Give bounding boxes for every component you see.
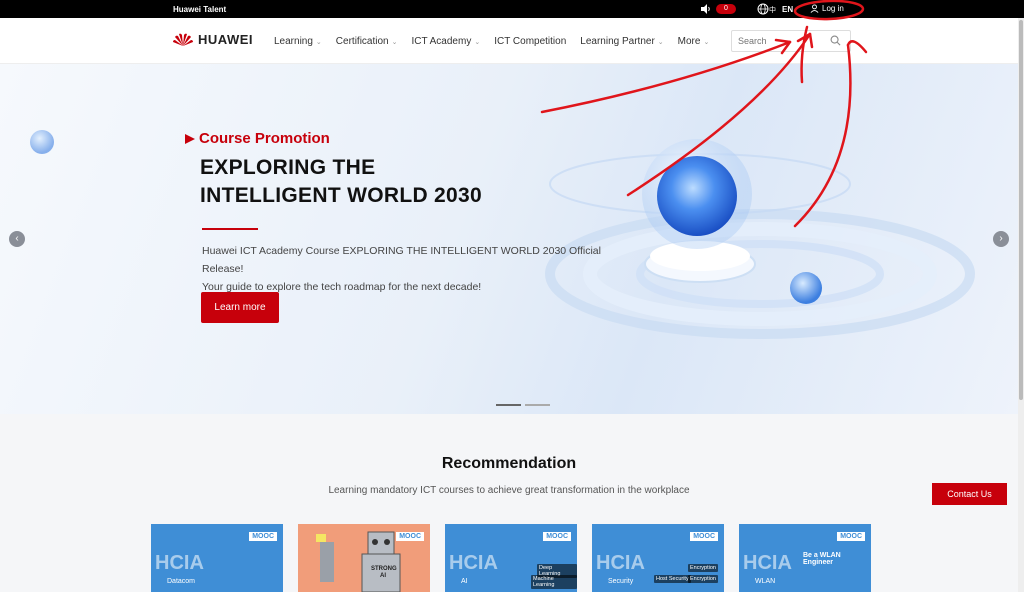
nav-menu: Learning ⌄ Certification ⌄ ICT Academy ⌄ IC… bbox=[274, 36, 723, 47]
card-title: HCIA bbox=[449, 552, 498, 574]
page-scrollbar[interactable] bbox=[1018, 18, 1024, 592]
huawei-flower-icon bbox=[173, 33, 193, 46]
contact-us-button[interactable]: Contact Us bbox=[932, 483, 1007, 505]
huawei-logo[interactable]: HUAWEI bbox=[173, 32, 253, 47]
card-headline: Be a WLAN Engineer bbox=[803, 552, 841, 566]
nav-label: ICT Academy bbox=[411, 36, 472, 47]
chevron-down-icon: ⌄ bbox=[391, 38, 398, 46]
carousel-dots bbox=[496, 404, 550, 406]
mooc-badge: MOOC bbox=[543, 532, 571, 541]
card-tag: Encryption bbox=[688, 575, 718, 583]
course-card-list: MOOC HCIA Datacom MOOC STRONG AI MOOC HC… bbox=[151, 524, 871, 592]
carousel-next-button[interactable]: › bbox=[993, 231, 1009, 247]
card-tag: Encryption bbox=[688, 564, 718, 572]
nav-item-ict-competition[interactable]: ICT Competition bbox=[494, 36, 566, 47]
hero-banner: Course Promotion EXPLORING THE INTELLIGE… bbox=[0, 64, 1018, 414]
card-title: HCIA bbox=[596, 552, 645, 574]
title-divider bbox=[202, 228, 258, 230]
course-promotion-tag: Course Promotion bbox=[185, 130, 330, 147]
card-subtitle: WLAN bbox=[755, 578, 776, 585]
sound-icon[interactable] bbox=[700, 3, 712, 15]
card-tag: Host Security bbox=[654, 575, 691, 583]
hero-description: Huawei ICT Academy Course EXPLORING THE … bbox=[202, 242, 642, 296]
user-icon bbox=[810, 4, 819, 13]
nav-label: More bbox=[677, 36, 701, 47]
nav-item-learning-partner[interactable]: Learning Partner ⌄ bbox=[580, 36, 663, 47]
language-glyph-icon: 中 bbox=[769, 7, 776, 14]
main-nav: HUAWEI Learning ⌄ Certification ⌄ ICT Acad… bbox=[0, 18, 1018, 64]
search-icon[interactable] bbox=[830, 35, 841, 46]
mooc-badge: MOOC bbox=[690, 532, 718, 541]
hero-title-line2: INTELLIGENT WORLD 2030 bbox=[200, 184, 482, 207]
scrollbar-thumb[interactable] bbox=[1019, 20, 1023, 400]
nav-item-certification[interactable]: Certification ⌄ bbox=[336, 36, 398, 47]
mooc-badge: MOOC bbox=[396, 532, 424, 541]
site-brand[interactable]: Huawei Talent bbox=[173, 5, 226, 14]
hero-orb-illustration bbox=[30, 130, 975, 339]
card-tag: Machine Learning bbox=[531, 575, 577, 589]
course-card-strong-ai[interactable]: MOOC STRONG AI bbox=[298, 524, 430, 592]
card-title: HCIA bbox=[743, 552, 792, 574]
nav-item-ict-academy[interactable]: ICT Academy ⌄ bbox=[411, 36, 480, 47]
card-subtitle: Datacom bbox=[167, 578, 196, 585]
course-card-wlan[interactable]: MOOC HCIA WLAN Be a WLAN Engineer bbox=[739, 524, 871, 592]
chevron-down-icon: ⌄ bbox=[315, 38, 322, 46]
hero-title: EXPLORING THE INTELLIGENT WORLD 2030 bbox=[200, 154, 482, 210]
card-subtitle: Security bbox=[608, 578, 634, 585]
recommendation-subtitle: Learning mandatory ICT courses to achiev… bbox=[328, 485, 690, 496]
login-label: Log in bbox=[822, 4, 844, 13]
nav-label: Certification bbox=[335, 36, 389, 47]
recommendation-title: Recommendation bbox=[441, 455, 577, 472]
card-subtitle: AI bbox=[461, 578, 468, 585]
learn-more-button[interactable]: Learn more bbox=[201, 292, 279, 323]
top-bar: Huawei Talent 0 中 EN Log in bbox=[0, 0, 1024, 18]
mooc-badge: MOOC bbox=[837, 532, 865, 541]
hero-title-line1: EXPLORING THE bbox=[200, 156, 376, 179]
promo-label: Course Promotion bbox=[199, 130, 330, 147]
nav-item-more[interactable]: More ⌄ bbox=[678, 36, 710, 47]
globe-icon[interactable] bbox=[757, 3, 769, 15]
carousel-dot[interactable] bbox=[496, 404, 521, 406]
language-switch[interactable]: EN bbox=[782, 5, 793, 14]
hero-desc-line1: Huawei ICT Academy Course EXPLORING THE … bbox=[202, 245, 601, 275]
mooc-badge: MOOC bbox=[249, 532, 277, 541]
course-card-security[interactable]: MOOC HCIA Security Encryption Host Secur… bbox=[592, 524, 724, 592]
chevron-down-icon: ⌄ bbox=[703, 38, 710, 46]
login-link[interactable]: Log in bbox=[810, 4, 844, 13]
chevron-down-icon: ⌄ bbox=[657, 38, 664, 46]
course-card-ai[interactable]: MOOC HCIA AI Deep Learning Machine Learn… bbox=[445, 524, 577, 592]
play-arrow-icon bbox=[185, 133, 195, 144]
carousel-prev-button[interactable]: ‹ bbox=[9, 231, 25, 247]
nav-label: Learning bbox=[274, 36, 313, 47]
nav-item-learning[interactable]: Learning ⌄ bbox=[274, 36, 322, 47]
nav-label: Learning Partner bbox=[580, 36, 655, 47]
logo-text: HUAWEI bbox=[198, 32, 253, 47]
course-card-datacom[interactable]: MOOC HCIA Datacom bbox=[151, 524, 283, 592]
chevron-down-icon: ⌄ bbox=[474, 38, 481, 46]
carousel-dot[interactable] bbox=[525, 404, 550, 406]
notification-badge[interactable]: 0 bbox=[716, 4, 736, 14]
nav-label: ICT Competition bbox=[494, 36, 567, 47]
card-title: STRONG AI bbox=[371, 566, 397, 579]
card-title: HCIA bbox=[155, 552, 204, 574]
